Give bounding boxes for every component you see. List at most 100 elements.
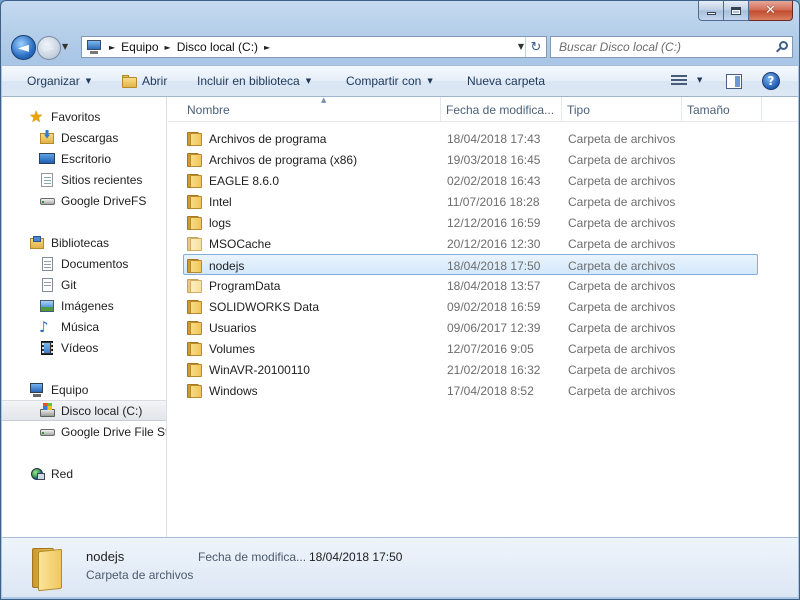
file-row-intel[interactable]: Intel 11/07/2016 18:28 Carpeta de archiv… [183, 191, 758, 212]
sidebar-item-google-drivefs[interactable]: Google DriveFS [2, 190, 166, 211]
chevron-down-icon: ▼ [85, 77, 92, 85]
column-header-size[interactable]: Tamaño [682, 97, 762, 122]
star-icon: ★ [29, 106, 44, 126]
documents-icon [39, 256, 55, 272]
details-item-type: Carpeta de archivos [86, 568, 194, 582]
file-type: Carpeta de archivos [568, 173, 676, 188]
sidebar-item-imagenes[interactable]: Imágenes [2, 295, 166, 316]
sidebar-item-label: Documentos [61, 256, 129, 271]
videos-icon [39, 340, 55, 356]
file-date: 18/04/2018 17:50 [447, 258, 541, 273]
folder-icon [187, 173, 203, 188]
file-type: Carpeta de archivos [568, 278, 676, 293]
sidebar-item-google-drive-file-stream[interactable]: Google Drive File Str [2, 421, 167, 442]
back-arrow-icon: ◄ [18, 39, 29, 56]
search-icon[interactable] [775, 41, 788, 54]
content-area: ★ Favoritos Descargas Escritorio Sitios … [2, 97, 798, 537]
file-row-archivos-de-programa[interactable]: Archivos de programa 18/04/2018 17:43 Ca… [183, 128, 758, 149]
breadcrumb-equipo[interactable]: Equipo [121, 40, 158, 54]
column-header-name[interactable]: Nombre ▲ [182, 97, 441, 122]
include-in-library-button[interactable]: Incluir en biblioteca ▼ [197, 74, 311, 88]
caption-buttons: ✕ [698, 1, 793, 21]
file-list-pane[interactable]: Nombre ▲ Fecha de modifica... Tipo Tamañ… [168, 97, 798, 537]
file-name: Archivos de programa (x86) [209, 152, 358, 167]
file-row-usuarios[interactable]: Usuarios 09/06/2017 12:39 Carpeta de arc… [183, 317, 758, 338]
sidebar-item-label: Vídeos [61, 340, 99, 355]
file-row-winavr[interactable]: WinAVR-20100110 21/02/2018 16:32 Carpeta… [183, 359, 758, 380]
breadcrumb-separator[interactable]: ► [264, 43, 270, 52]
sidebar-group-bibliotecas[interactable]: Bibliotecas [2, 232, 166, 253]
file-row-nodejs[interactable]: nodejs 18/04/2018 17:50 Carpeta de archi… [183, 254, 758, 275]
organize-button[interactable]: Organizar ▼ [27, 74, 91, 88]
sidebar-group-equipo[interactable]: Equipo [2, 379, 166, 400]
file-date: 20/12/2016 12:30 [447, 236, 541, 251]
file-date: 02/02/2018 16:43 [447, 173, 541, 188]
file-row-eagle[interactable]: EAGLE 8.6.0 02/02/2018 16:43 Carpeta de … [183, 170, 758, 191]
search-box[interactable] [550, 36, 793, 58]
git-library-icon [39, 277, 55, 293]
folder-icon [187, 362, 203, 377]
sidebar-item-label: Imágenes [61, 298, 114, 313]
maximize-icon [731, 6, 741, 15]
file-name: WinAVR-20100110 [209, 362, 310, 377]
sidebar-item-escritorio[interactable]: Escritorio [2, 148, 166, 169]
file-row-volumes[interactable]: Volumes 12/07/2016 9:05 Carpeta de archi… [183, 338, 758, 359]
chevron-down-icon: ▼ [305, 77, 312, 85]
sidebar-item-musica[interactable]: ♪ Música [2, 316, 166, 337]
file-date: 12/12/2016 16:59 [447, 215, 541, 230]
breadcrumb-separator[interactable]: ► [109, 43, 115, 52]
sidebar-group-label: Favoritos [51, 109, 101, 124]
close-button[interactable]: ✕ [749, 1, 793, 21]
sidebar-item-documentos[interactable]: Documentos [2, 253, 166, 274]
drive-icon [39, 424, 55, 440]
breadcrumb-separator[interactable]: ► [165, 43, 171, 52]
open-button[interactable]: Abrir [122, 74, 167, 88]
column-header-type[interactable]: Tipo [562, 97, 682, 122]
file-row-logs[interactable]: logs 12/12/2016 16:59 Carpeta de archivo… [183, 212, 758, 233]
file-type: Carpeta de archivos [568, 152, 676, 167]
file-date: 11/07/2016 18:28 [447, 194, 540, 209]
refresh-button[interactable]: ↻ [525, 37, 546, 57]
sidebar-item-videos[interactable]: Vídeos [2, 337, 166, 358]
sidebar-group-red[interactable]: Red [2, 463, 166, 484]
file-row-archivos-de-programa-x86[interactable]: Archivos de programa (x86) 19/03/2018 16… [183, 149, 758, 170]
change-view-icon[interactable] [671, 74, 687, 88]
help-icon[interactable]: ? [762, 72, 780, 90]
search-input[interactable] [551, 37, 771, 57]
sidebar-group-favorites[interactable]: ★ Favoritos [2, 106, 166, 127]
sidebar-group-label: Red [51, 466, 74, 481]
file-name: MSOCache [209, 236, 272, 251]
preview-pane-icon[interactable] [726, 74, 742, 89]
details-date-label: Fecha de modifica... [198, 550, 307, 564]
view-options-chevron-icon[interactable]: ▼ [697, 76, 702, 84]
file-type: Carpeta de archivos [568, 236, 676, 251]
address-bar[interactable]: ► Equipo ► Disco local (C:) ► ▼ ↻ [81, 36, 547, 58]
forward-button[interactable]: ► [37, 36, 61, 60]
breadcrumb-disco-local[interactable]: Disco local (C:) [177, 40, 258, 54]
file-name: logs [209, 215, 232, 230]
folder-icon [187, 299, 203, 314]
file-row-solidworks-data[interactable]: SOLIDWORKS Data 09/02/2018 16:59 Carpeta… [183, 296, 758, 317]
file-row-programdata[interactable]: ProgramData 18/04/2018 13:57 Carpeta de … [183, 275, 758, 296]
navigation-pane[interactable]: ★ Favoritos Descargas Escritorio Sitios … [2, 97, 167, 537]
sidebar-item-disco-local[interactable]: Disco local (C:) [2, 400, 166, 421]
file-row-msocache[interactable]: MSOCache 20/12/2016 12:30 Carpeta de arc… [183, 233, 758, 254]
address-dropdown-icon[interactable]: ▼ [518, 42, 524, 51]
sidebar-item-sitios-recientes[interactable]: Sitios recientes [2, 169, 166, 190]
folder-icon [187, 152, 203, 167]
sidebar-item-git[interactable]: Git [2, 274, 166, 295]
new-folder-button[interactable]: Nueva carpeta [467, 74, 545, 88]
minimize-button[interactable] [698, 1, 724, 21]
desktop-icon [39, 151, 55, 167]
recent-pages-dropdown[interactable]: ▼ [62, 42, 72, 52]
share-with-button[interactable]: Compartir con ▼ [346, 74, 433, 88]
details-pane: nodejs Carpeta de archivos Fecha de modi… [2, 537, 798, 597]
back-button[interactable]: ◄ [11, 35, 36, 60]
sidebar-item-descargas[interactable]: Descargas [2, 127, 166, 148]
file-name: Intel [209, 194, 232, 209]
column-header-date[interactable]: Fecha de modifica... [441, 97, 562, 122]
open-label: Abrir [142, 74, 168, 88]
maximize-button[interactable] [724, 1, 749, 21]
file-row-windows[interactable]: Windows 17/04/2018 8:52 Carpeta de archi… [183, 380, 758, 401]
sidebar-item-label: Google Drive File Str [61, 424, 167, 439]
